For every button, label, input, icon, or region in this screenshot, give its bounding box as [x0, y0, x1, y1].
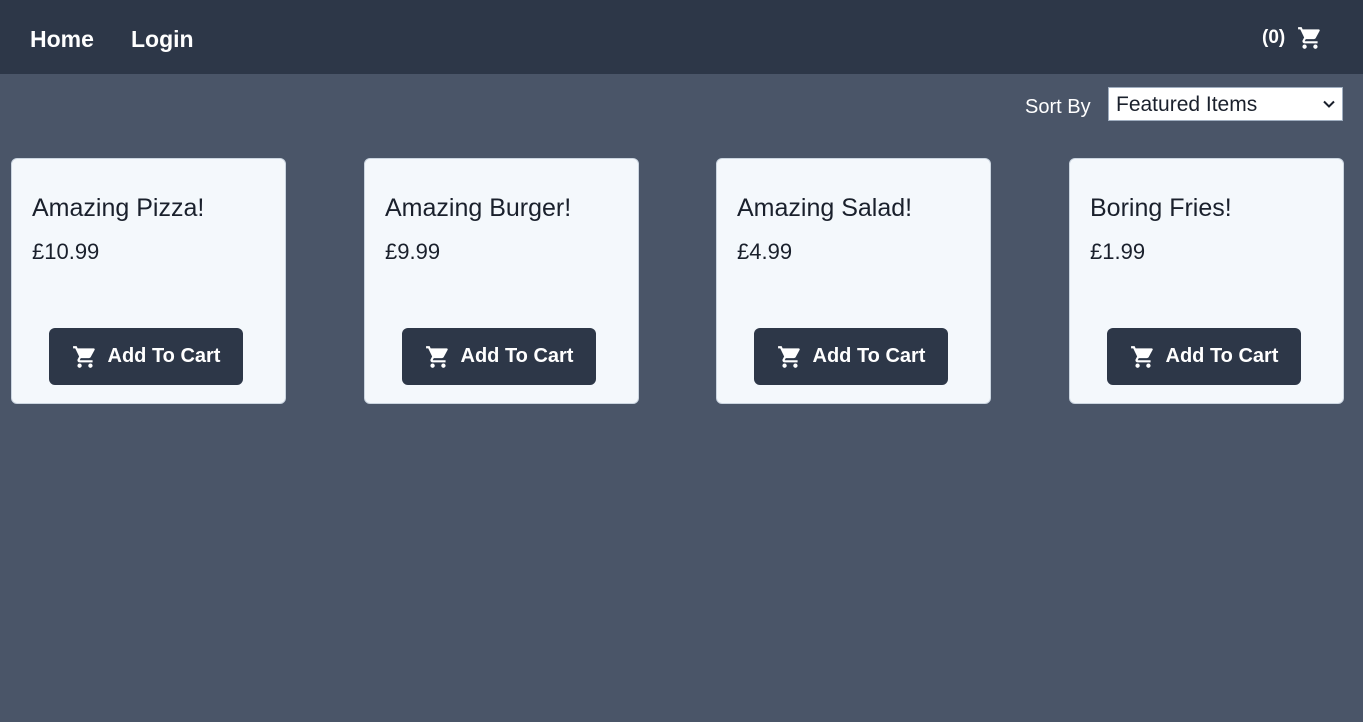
nav-login-link[interactable]: Login — [131, 24, 194, 54]
nav-home-link[interactable]: Home — [30, 24, 94, 54]
add-to-cart-label: Add To Cart — [1165, 345, 1279, 367]
add-to-cart-label: Add To Cart — [812, 345, 926, 367]
add-to-cart-label: Add To Cart — [107, 345, 221, 367]
add-to-cart-button[interactable]: Add To Cart — [1107, 328, 1301, 385]
navbar: Home Login (0) — [0, 0, 1363, 74]
product-name: Amazing Salad! — [737, 194, 913, 222]
shopping-cart-icon — [72, 344, 98, 370]
add-to-cart-label: Add To Cart — [460, 345, 574, 367]
product-card: Amazing Burger! £9.99 Add To Cart — [364, 158, 639, 404]
product-name: Amazing Pizza! — [32, 194, 205, 222]
sort-selected-value: Featured Items — [1116, 93, 1258, 116]
add-to-cart-button[interactable]: Add To Cart — [402, 328, 596, 385]
shopping-cart-icon — [1130, 344, 1156, 370]
product-price: £4.99 — [737, 239, 793, 264]
chevron-down-icon — [1322, 97, 1336, 116]
product-card: Amazing Salad! £4.99 Add To Cart — [716, 158, 991, 404]
product-card: Amazing Pizza! £10.99 Add To Cart — [11, 158, 286, 404]
product-name: Boring Fries! — [1090, 194, 1232, 222]
add-to-cart-button[interactable]: Add To Cart — [754, 328, 948, 385]
shopping-cart-icon — [777, 344, 803, 370]
product-price: £10.99 — [32, 239, 100, 264]
sort-select[interactable]: Featured Items — [1108, 87, 1343, 121]
product-name: Amazing Burger! — [385, 194, 572, 222]
product-price: £1.99 — [1090, 239, 1146, 264]
product-card: Boring Fries! £1.99 Add To Cart — [1069, 158, 1344, 404]
sort-by-label: Sort By — [1025, 96, 1091, 118]
cart-button[interactable]: (0) — [1262, 22, 1323, 54]
cart-count: (0) — [1262, 27, 1286, 48]
add-to-cart-button[interactable]: Add To Cart — [49, 328, 243, 385]
shopping-cart-icon — [1297, 25, 1323, 51]
shopping-cart-icon — [425, 344, 451, 370]
product-price: £9.99 — [385, 239, 441, 264]
